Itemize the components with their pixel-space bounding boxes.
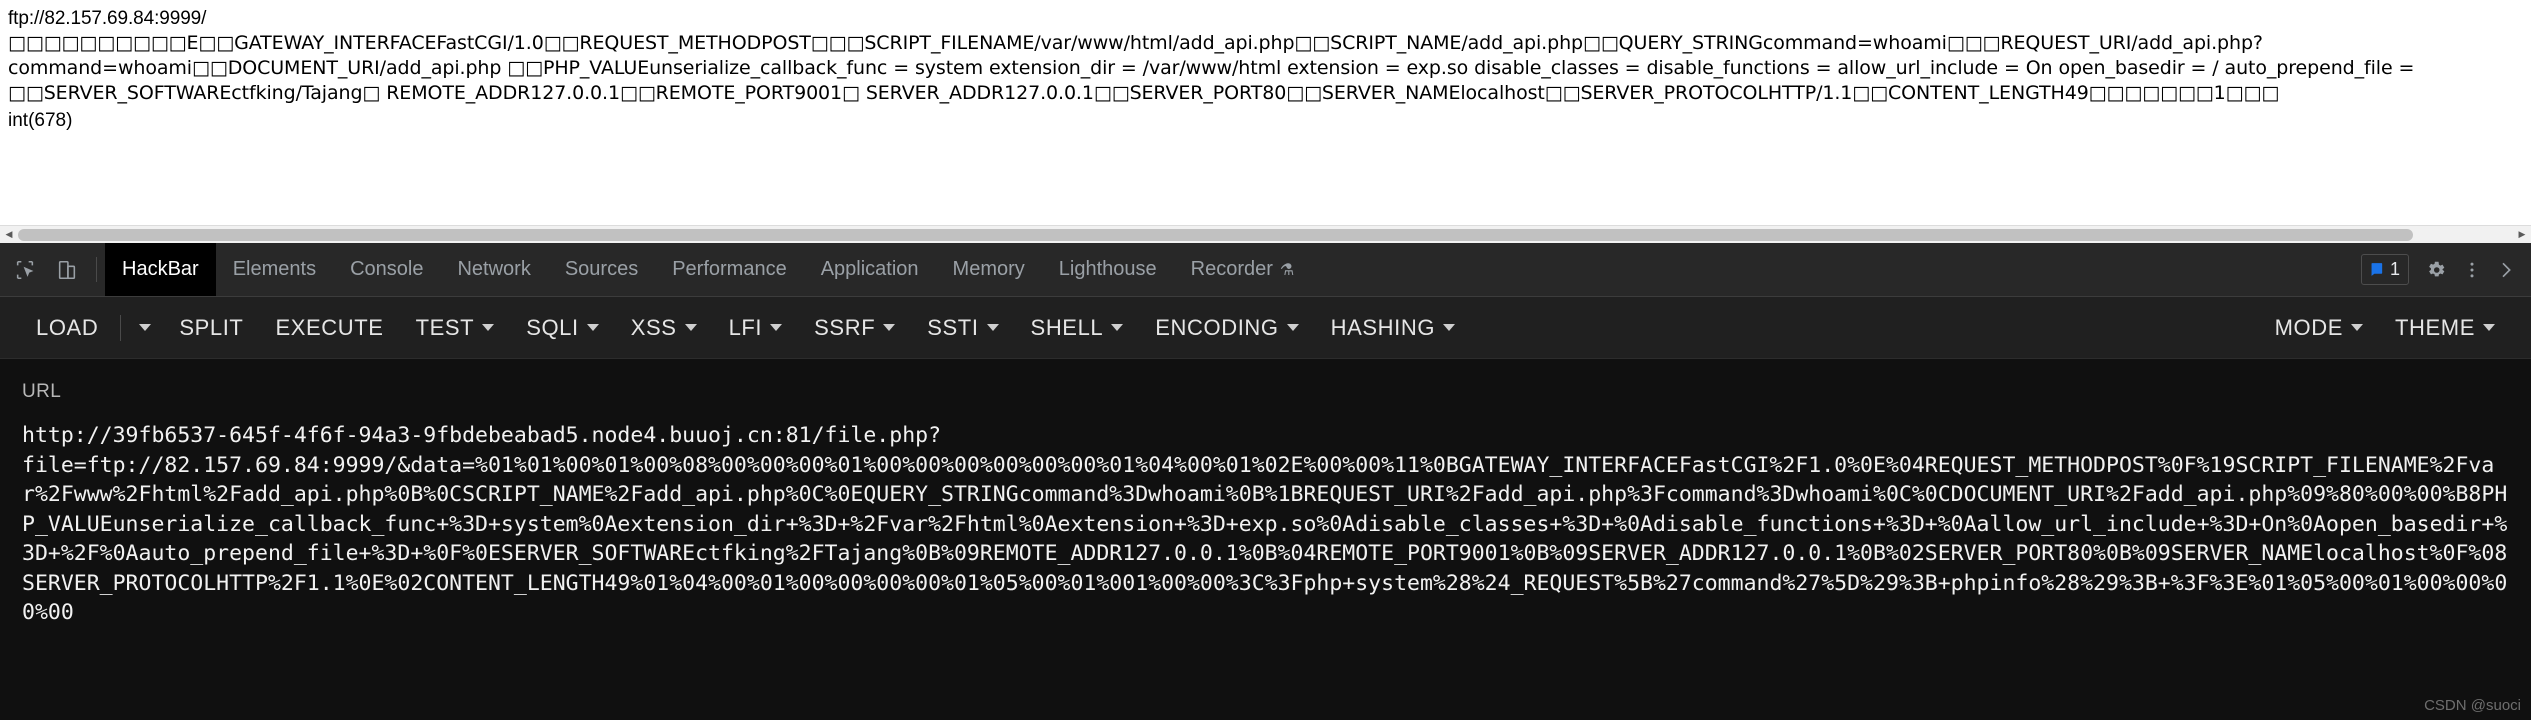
hackbar-shell-menu[interactable]: SHELL	[1015, 315, 1140, 341]
scrollbar-thumb[interactable]	[18, 228, 2414, 241]
tab-label: Performance	[672, 258, 787, 280]
tab-application[interactable]: Application	[804, 243, 936, 296]
tab-label: Elements	[232, 258, 317, 280]
tabbar-divider	[96, 257, 97, 282]
button-label: SQLI	[526, 314, 579, 340]
tab-elements[interactable]: Elements	[216, 243, 333, 296]
button-label: SSRF	[814, 314, 876, 340]
tab-label: Application	[820, 258, 919, 280]
hackbar-test-menu[interactable]: TEST	[400, 315, 511, 341]
int-result-text: int(678)	[8, 110, 73, 131]
tab-label: Sources	[564, 258, 639, 280]
watermark-text: CSDN @suoci	[2424, 697, 2521, 714]
hackbar-body: URL http://39fb6537-645f-4f6f-94a3-9fbde…	[0, 359, 2531, 720]
tab-console[interactable]: Console	[333, 243, 440, 296]
ftp-url-text: ftp://82.157.69.84:9999/	[8, 8, 207, 29]
inspect-element-icon[interactable]	[4, 243, 46, 296]
tab-label: Network	[457, 258, 531, 280]
hackbar-ssti-menu[interactable]: SSTI	[911, 315, 1014, 341]
button-label: XSS	[630, 314, 677, 340]
chevron-down-icon	[770, 324, 783, 331]
devtools-panel: HackBar Elements Console Network Sources…	[0, 243, 2531, 720]
close-icon[interactable]	[2491, 253, 2525, 287]
page-horizontal-scrollbar[interactable]: ◀ ▶	[0, 225, 2531, 243]
tab-label: Lighthouse	[1058, 258, 1157, 280]
tab-lighthouse[interactable]: Lighthouse	[1042, 243, 1174, 296]
hackbar-load-button[interactable]: LOAD	[20, 315, 114, 341]
button-label: SPLIT	[179, 314, 244, 340]
issues-indicator[interactable]: 1	[2360, 254, 2409, 285]
tab-hackbar[interactable]: HackBar	[105, 243, 216, 296]
button-label: SSTI	[927, 314, 979, 340]
chevron-down-icon	[139, 324, 152, 331]
chevron-down-icon	[2351, 324, 2363, 331]
hackbar-sqli-menu[interactable]: SQLI	[510, 315, 615, 341]
button-label: EXECUTE	[275, 314, 384, 340]
button-label: LOAD	[36, 314, 99, 340]
chevron-down-icon	[1286, 324, 1299, 331]
chevron-down-icon	[2483, 324, 2495, 331]
chevron-down-icon	[482, 324, 495, 331]
hackbar-lfi-menu[interactable]: LFI	[713, 315, 799, 341]
hackbar-theme-menu[interactable]: THEME	[2379, 315, 2511, 341]
hackbar-split-button[interactable]: SPLIT	[163, 315, 259, 341]
browser-page-output: ftp://82.157.69.84:9999/ □□□□□□□□□□E□□GA…	[0, 0, 2531, 243]
toolbar-divider	[120, 314, 122, 341]
hackbar-ssrf-menu[interactable]: SSRF	[798, 315, 911, 341]
hackbar-mode-menu[interactable]: MODE	[2259, 315, 2379, 341]
button-label: LFI	[728, 314, 763, 340]
button-label: TEST	[415, 314, 475, 340]
scrollbar-track[interactable]	[18, 226, 2513, 244]
button-label: THEME	[2395, 314, 2475, 340]
tab-sources[interactable]: Sources	[548, 243, 655, 296]
url-field-label: URL	[22, 381, 62, 402]
devtools-tabbar: HackBar Elements Console Network Sources…	[0, 243, 2531, 297]
button-label: SHELL	[1030, 314, 1104, 340]
tab-network[interactable]: Network	[440, 243, 547, 296]
more-vertical-icon[interactable]	[2455, 253, 2489, 287]
hackbar-xss-menu[interactable]: XSS	[615, 315, 713, 341]
hackbar-hashing-menu[interactable]: HASHING	[1315, 315, 1471, 341]
tab-label: HackBar	[122, 258, 199, 280]
button-label: MODE	[2274, 314, 2343, 340]
gear-icon[interactable]	[2419, 253, 2453, 287]
hackbar-execute-button[interactable]: EXECUTE	[259, 315, 399, 341]
hackbar-load-dropdown[interactable]	[127, 324, 163, 331]
tab-label: Memory	[952, 258, 1025, 280]
chevron-down-icon	[1443, 324, 1456, 331]
button-label: HASHING	[1330, 314, 1436, 340]
tab-label: Console	[350, 258, 424, 280]
button-label: ENCODING	[1155, 314, 1279, 340]
chevron-down-icon	[586, 324, 599, 331]
device-toolbar-icon[interactable]	[46, 243, 88, 296]
fastcgi-dump-text: □□□□□□□□□□E□□GATEWAY_INTERFACEFastCGI/1.…	[8, 32, 2421, 104]
scroll-left-arrow-icon[interactable]: ◀	[0, 226, 18, 244]
chevron-down-icon	[883, 324, 896, 331]
tab-recorder[interactable]: Recorder ⚗	[1174, 243, 1312, 296]
hackbar-toolbar: LOAD SPLIT EXECUTE TEST SQLI XSS LFI SSR…	[0, 297, 2531, 359]
beaker-icon: ⚗	[1279, 261, 1295, 279]
issues-count: 1	[2389, 259, 2400, 279]
chevron-down-icon	[986, 324, 999, 331]
tab-memory[interactable]: Memory	[936, 243, 1042, 296]
tab-label: Recorder	[1190, 258, 1273, 280]
tab-performance[interactable]: Performance	[655, 243, 804, 296]
devtools-tabbar-actions: 1	[2360, 243, 2531, 296]
issues-icon	[2371, 263, 2383, 276]
url-input[interactable]: http://39fb6537-645f-4f6f-94a3-9fbdebeab…	[22, 421, 2509, 628]
tabbar-spacer	[1311, 243, 2361, 296]
scroll-right-arrow-icon[interactable]: ▶	[2513, 226, 2531, 244]
chevron-down-icon	[684, 324, 697, 331]
hackbar-encoding-menu[interactable]: ENCODING	[1139, 315, 1314, 341]
chevron-down-icon	[1111, 324, 1124, 331]
